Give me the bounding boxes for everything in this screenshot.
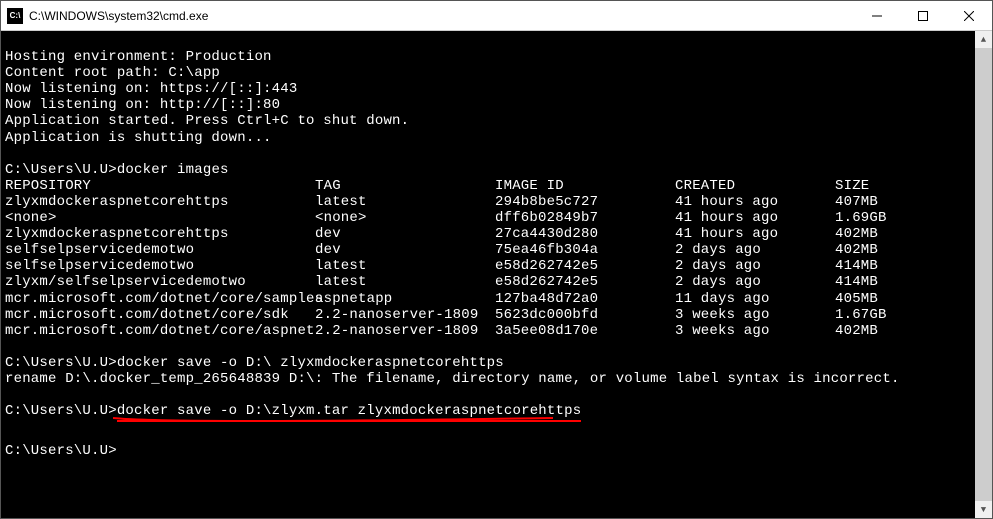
table-row: mcr.microsoft.com/dotnet/core/aspnet2.2-… — [5, 323, 971, 339]
col-repo: REPOSITORY — [5, 178, 315, 194]
prompt: C:\Users\U.U> — [5, 443, 117, 459]
col-img: IMAGE ID — [495, 178, 675, 194]
annotation-underline-icon — [113, 419, 553, 427]
command: docker save -o D:\ zlyxmdockeraspnetcore… — [117, 355, 504, 371]
table-row: <none><none>dff6b02849b741 hours ago1.69… — [5, 210, 971, 226]
output-line: Content root path: C:\app — [5, 65, 220, 81]
maximize-button[interactable] — [900, 1, 946, 30]
window-controls — [854, 1, 992, 30]
col-size: SIZE — [835, 178, 971, 194]
table-header: REPOSITORYTAGIMAGE IDCREATEDSIZE — [5, 178, 971, 194]
table-row: zlyxmdockeraspnetcorehttpsdev27ca4430d28… — [5, 226, 971, 242]
table-row: zlyxm/selfselpservicedemotwolateste58d26… — [5, 274, 971, 290]
close-button[interactable] — [946, 1, 992, 30]
vertical-scrollbar[interactable]: ▲ ▼ — [975, 31, 992, 518]
prompt: C:\Users\U.U> — [5, 403, 117, 419]
command: docker images — [117, 162, 229, 178]
table-row: selfselpservicedemotwodev75ea46fb304a2 d… — [5, 242, 971, 258]
scroll-down-icon[interactable]: ▼ — [975, 501, 992, 518]
output-line: Now listening on: https://[::]:443 — [5, 81, 297, 97]
scroll-thumb[interactable] — [975, 48, 992, 501]
prompt: C:\Users\U.U> — [5, 162, 117, 178]
titlebar: C:\ C:\WINDOWS\system32\cmd.exe — [1, 1, 992, 31]
cmd-window: C:\ C:\WINDOWS\system32\cmd.exe Hosting … — [0, 0, 993, 519]
scroll-up-icon[interactable]: ▲ — [975, 31, 992, 48]
prompt: C:\Users\U.U> — [5, 355, 117, 371]
output-line: Hosting environment: Production — [5, 49, 272, 65]
window-title: C:\WINDOWS\system32\cmd.exe — [29, 9, 208, 23]
terminal-area: Hosting environment: Production Content … — [1, 31, 992, 518]
table-row: mcr.microsoft.com/dotnet/core/samplesasp… — [5, 291, 971, 307]
table-row: mcr.microsoft.com/dotnet/core/sdk2.2-nan… — [5, 307, 971, 323]
table-row: selfselpservicedemotwolateste58d262742e5… — [5, 258, 971, 274]
table-row: zlyxmdockeraspnetcorehttpslatest294b8be5… — [5, 194, 971, 210]
terminal-output[interactable]: Hosting environment: Production Content … — [1, 31, 975, 518]
output-line: Application is shutting down... — [5, 130, 272, 146]
error-line: rename D:\.docker_temp_265648839 D:\: Th… — [5, 371, 900, 387]
minimize-button[interactable] — [854, 1, 900, 30]
col-tag: TAG — [315, 178, 495, 194]
cmd-icon: C:\ — [7, 8, 23, 24]
scroll-track[interactable] — [975, 48, 992, 501]
output-line: Now listening on: http://[::]:80 — [5, 97, 280, 113]
col-crt: CREATED — [675, 178, 835, 194]
output-line: Application started. Press Ctrl+C to shu… — [5, 113, 409, 129]
